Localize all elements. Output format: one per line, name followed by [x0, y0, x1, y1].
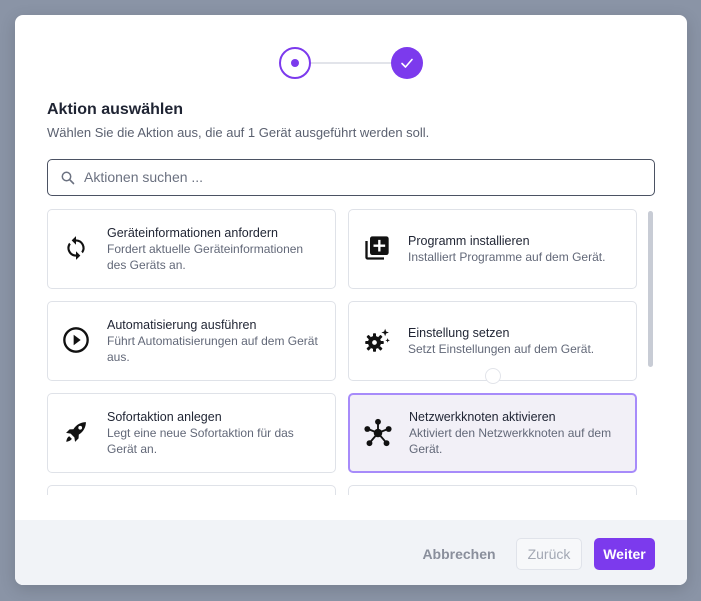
- action-title: Programm installieren: [408, 234, 530, 248]
- action-title: Netzwerkknoten aktivieren: [409, 410, 556, 424]
- search-input[interactable]: [84, 160, 644, 194]
- action-card-partial[interactable]: [47, 485, 336, 495]
- settings-sparkle-icon: [361, 324, 393, 356]
- action-card-create-quick-action[interactable]: Sofortaktion anlegen Legt eine neue Sofo…: [47, 393, 336, 473]
- checkmark-icon: [401, 58, 413, 68]
- action-title: Einstellung setzen: [408, 326, 510, 340]
- action-title: Geräteinformationen anfordern: [107, 226, 278, 240]
- action-card-partial[interactable]: [348, 485, 637, 495]
- action-card-run-automation[interactable]: Automatisierung ausführen Führt Automati…: [47, 301, 336, 381]
- search-icon: [61, 171, 75, 185]
- step-1-current-indicator: [279, 47, 311, 79]
- stepper: [15, 47, 687, 79]
- search-box[interactable]: [47, 159, 655, 196]
- add-library-icon: [361, 232, 393, 264]
- list-scrollbar[interactable]: [648, 211, 653, 367]
- action-description: Führt Automatisierungen auf dem Gerät au…: [107, 334, 318, 364]
- next-button[interactable]: Weiter: [594, 538, 655, 570]
- action-title: Sofortaktion anlegen: [107, 410, 222, 424]
- action-card-request-device-info[interactable]: Geräteinformationen anfordern Fordert ak…: [47, 209, 336, 289]
- rocket-icon: [60, 416, 92, 448]
- action-card-activate-network-node[interactable]: Netzwerkknoten aktivieren Aktiviert den …: [348, 393, 637, 473]
- dialog-subtitle: Wählen Sie die Aktion aus, die auf 1 Ger…: [47, 125, 430, 140]
- network-hub-icon: [362, 417, 394, 449]
- action-description: Aktiviert den Netzwerkknoten auf dem Ger…: [409, 426, 612, 456]
- action-description: Setzt Einstellungen auf dem Gerät.: [408, 342, 595, 356]
- action-card-install-program[interactable]: Programm installieren Installiert Progra…: [348, 209, 637, 289]
- action-title: Automatisierung ausführen: [107, 318, 257, 332]
- cancel-button[interactable]: Abbrechen: [413, 538, 505, 570]
- stepper-connector: [311, 62, 391, 64]
- back-button[interactable]: Zurück: [516, 538, 582, 570]
- action-description: Installiert Programme auf dem Gerät.: [408, 250, 606, 264]
- action-dialog: Aktion auswählen Wählen Sie die Aktion a…: [15, 15, 687, 585]
- step-dot-icon: [291, 59, 299, 67]
- action-description: Fordert aktuelle Geräteinformationen des…: [107, 242, 304, 272]
- action-list: Geräteinformationen anfordern Fordert ak…: [47, 209, 655, 495]
- dialog-title: Aktion auswählen: [47, 101, 184, 118]
- refresh-icon: [60, 232, 92, 264]
- step-2-completed-indicator: [391, 47, 423, 79]
- dialog-footer: Abbrechen Zurück Weiter: [15, 520, 687, 585]
- action-description: Legt eine neue Sofortaktion für das Gerä…: [107, 426, 294, 456]
- drag-handle[interactable]: [485, 368, 501, 384]
- play-circle-icon: [60, 324, 92, 356]
